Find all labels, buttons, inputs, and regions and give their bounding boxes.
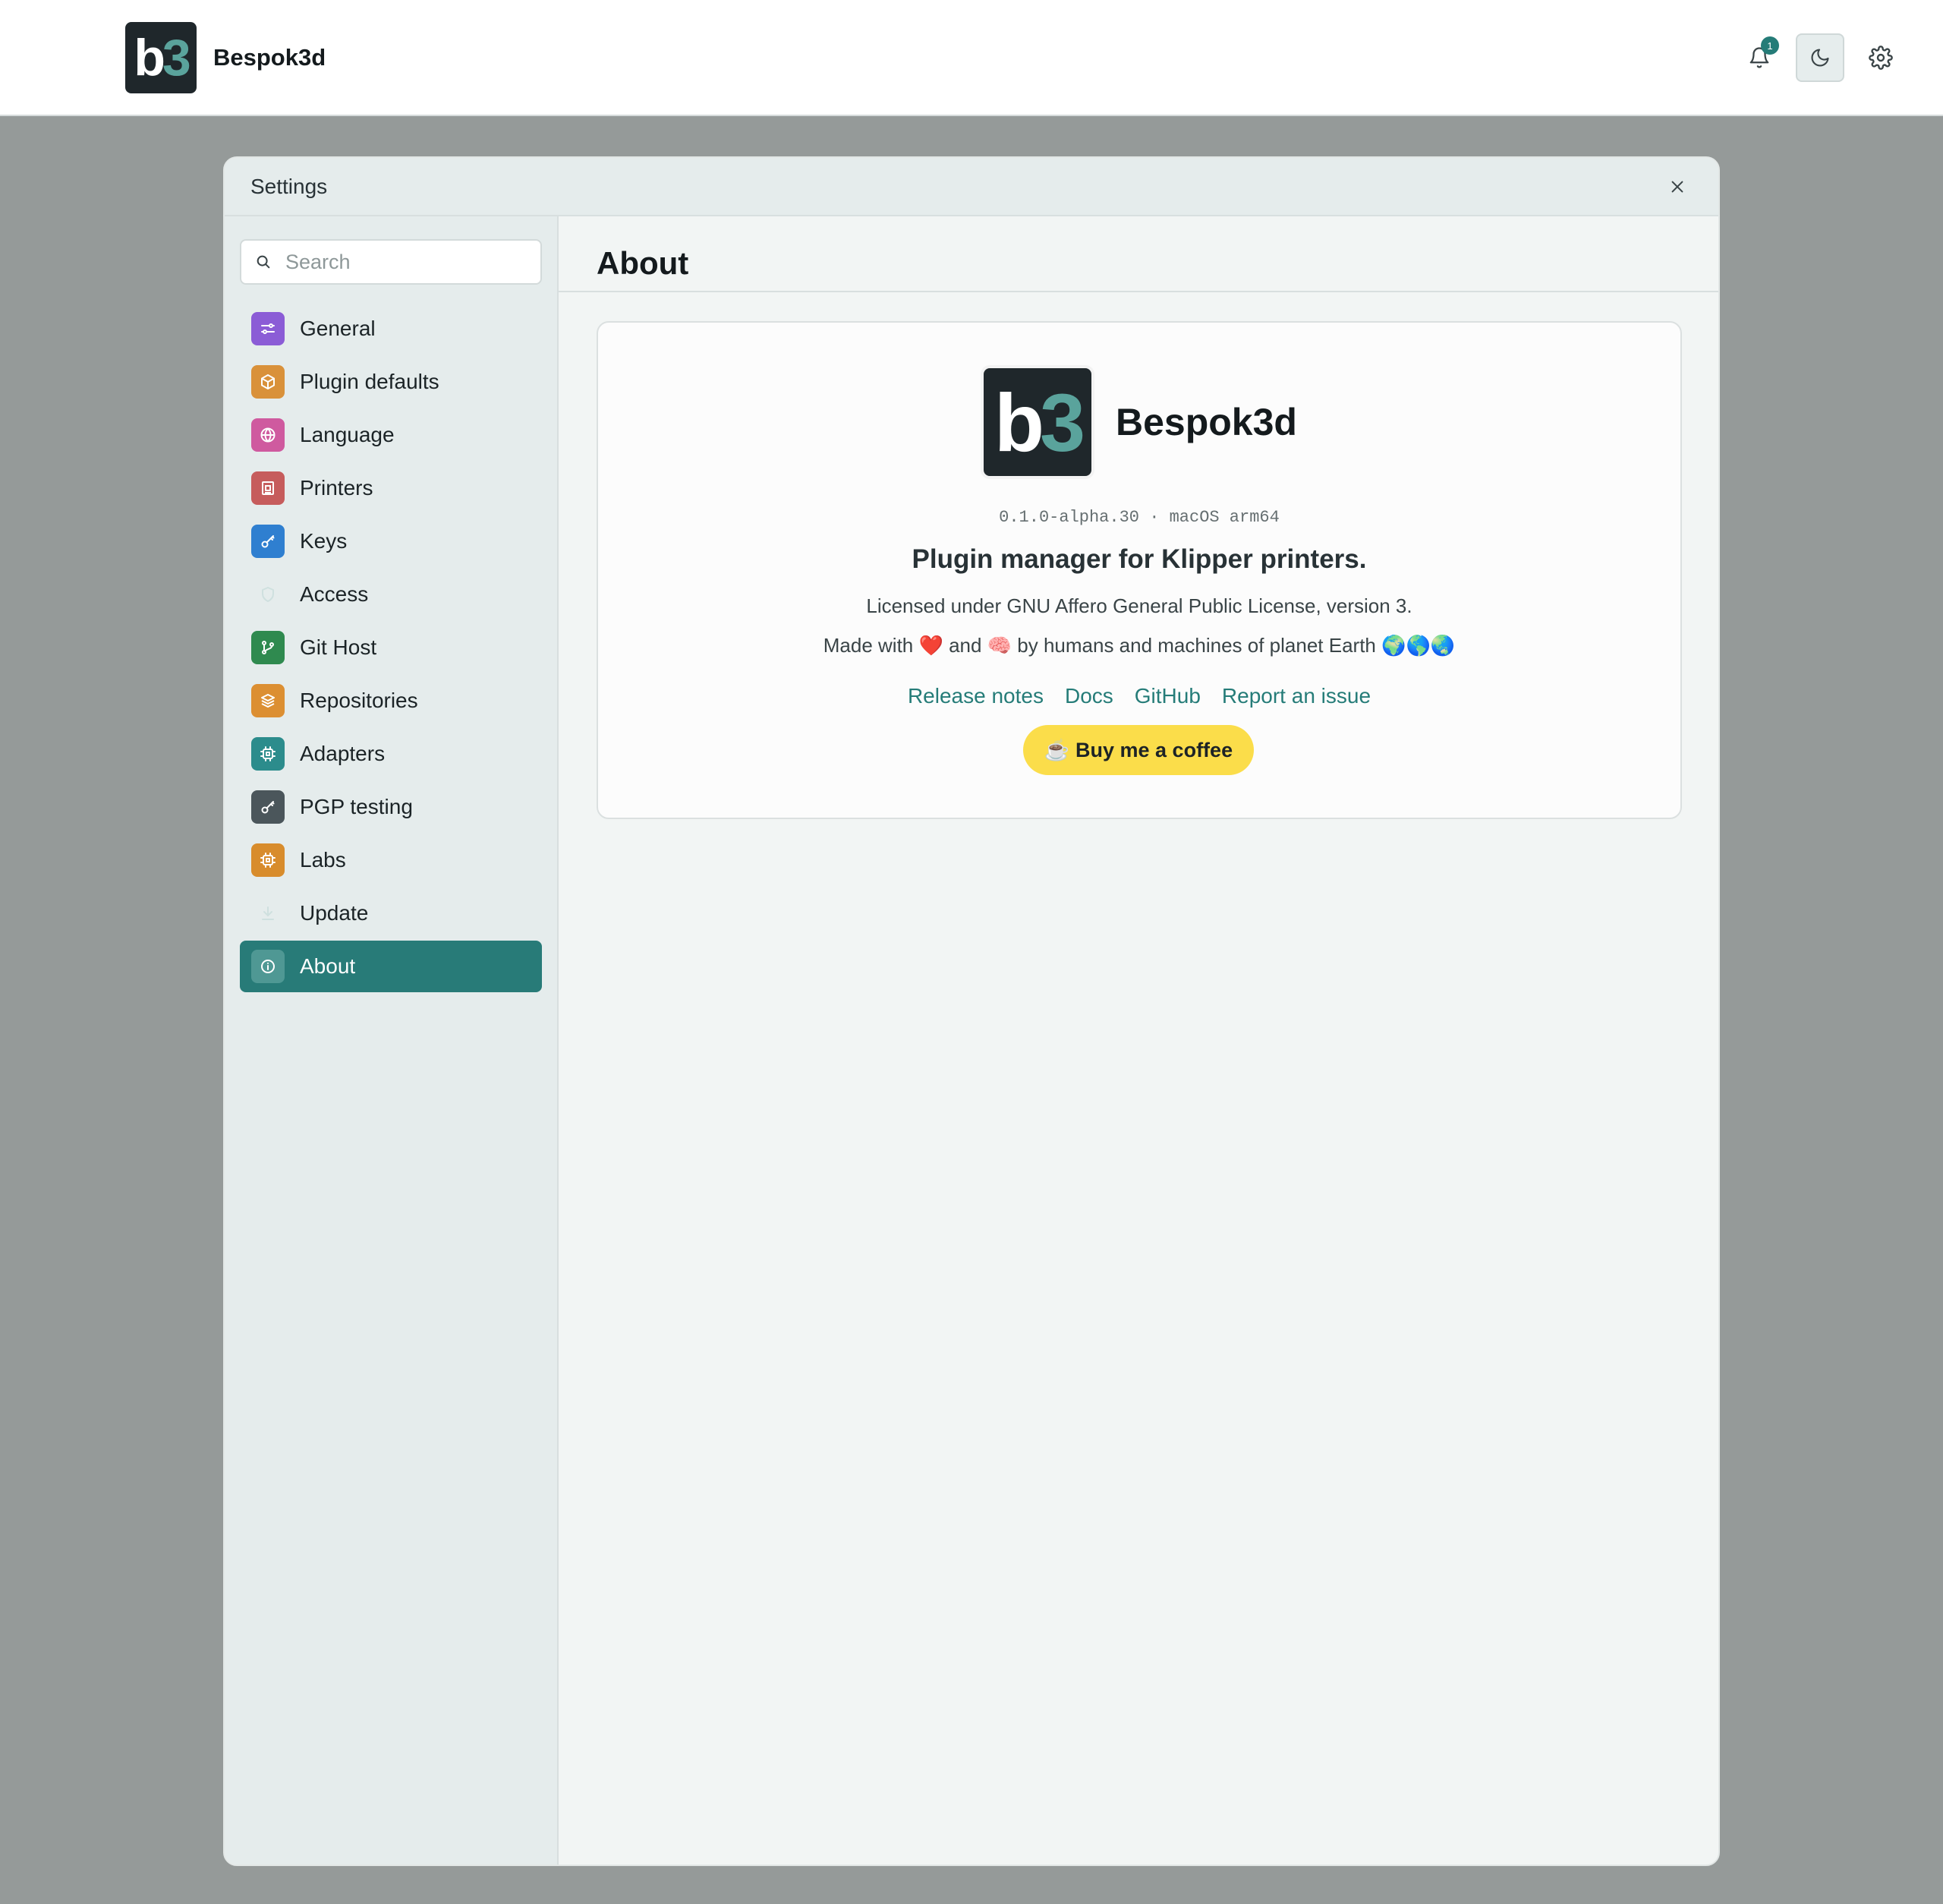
app-logo: b3 [125,22,197,93]
settings-sidebar: General Plugin defaults Language Printer… [225,216,559,1865]
sidebar-item-label: Plugin defaults [300,370,439,393]
page-title: About [597,245,689,281]
buy-me-a-coffee-button[interactable]: ☕ Buy me a coffee [1023,725,1254,775]
sidebar-item-language[interactable]: Language [240,409,542,461]
settings-button[interactable] [1856,33,1905,82]
sidebar-item-repositories[interactable]: Repositories [240,675,542,727]
logo-number-3: 3 [162,29,191,87]
modal-title: Settings [250,174,328,198]
about-panel: About b3 Bespok3d 0.1.0-alpha.30 · macOS… [559,216,1718,1865]
notifications-button[interactable]: 1 [1735,33,1784,82]
logo-letter-b: b [994,376,1044,468]
sidebar-item-update[interactable]: Update [240,887,542,939]
key-icon [251,790,285,824]
app-title: Bespok3d [1116,401,1297,443]
docs-link[interactable]: Docs [1065,684,1113,708]
sidebar-item-label: Repositories [300,689,418,712]
key-icon [251,525,285,558]
info-icon [251,950,285,983]
app-logo-large: b3 [981,365,1094,479]
sidebar-item-label: Access [300,582,369,606]
chip-icon [251,737,285,771]
made-with-text: Made with ❤️ and 🧠 by humans and machine… [823,634,1456,657]
sidebar-item-access[interactable]: Access [240,569,542,620]
sidebar-item-plugin-defaults[interactable]: Plugin defaults [240,356,542,408]
moon-icon [1811,49,1829,67]
printer-icon [251,471,285,505]
sidebar-item-about[interactable]: About [240,941,542,992]
sidebar-item-label: Printers [300,476,373,500]
version-info: 0.1.0-alpha.30 · macOS arm64 [999,508,1280,527]
sidebar-item-pgp-testing[interactable]: PGP testing [240,781,542,833]
sidebar-item-git-host[interactable]: Git Host [240,622,542,673]
modal-header: Settings [225,158,1718,216]
sidebar-item-label: Adapters [300,742,386,765]
brand[interactable]: b3 Bespok3d [125,22,326,93]
box-icon [251,365,285,399]
sidebar-item-label: Labs [300,848,346,872]
search-input[interactable] [285,250,528,274]
about-links: Release notes Docs GitHub Report an issu… [598,684,1680,708]
search-box[interactable] [240,239,542,285]
app-tagline: Plugin manager for Klipper printers. [912,544,1367,574]
search-icon [257,255,270,269]
sidebar-item-label: PGP testing [300,795,413,818]
settings-nav: General Plugin defaults Language Printer… [240,303,542,992]
sidebar-item-labs[interactable]: Labs [240,834,542,886]
logo-letter-b: b [134,29,165,87]
about-card: b3 Bespok3d 0.1.0-alpha.30 · macOS arm64… [597,321,1682,819]
close-button[interactable] [1662,172,1693,202]
gear-icon [1869,46,1893,70]
shield-icon [251,578,285,611]
sidebar-item-label: Keys [300,529,348,553]
panel-header: About [559,216,1718,292]
github-link[interactable]: GitHub [1135,684,1201,708]
sidebar-item-general[interactable]: General [240,303,542,355]
globe-icon [251,418,285,452]
app-hero: b3 Bespok3d [981,365,1297,479]
download-icon [251,897,285,930]
sidebar-item-label: Update [300,901,369,925]
report-issue-link[interactable]: Report an issue [1222,684,1371,708]
sidebar-item-label: About [300,954,356,978]
app-name: Bespok3d [213,44,326,71]
top-actions: 1 [1735,33,1905,82]
notification-badge: 1 [1761,36,1779,55]
layers-icon [251,684,285,717]
sidebar-item-printers[interactable]: Printers [240,462,542,514]
sidebar-item-label: Git Host [300,635,377,659]
sliders-icon [251,312,285,345]
git-branch-icon [251,631,285,664]
sidebar-item-adapters[interactable]: Adapters [240,728,542,780]
license-text: Licensed under GNU Affero General Public… [866,594,1412,617]
settings-modal: Settings General Pl [223,156,1720,1866]
sidebar-item-label: General [300,317,376,340]
chip-icon [251,843,285,877]
sidebar-item-label: Language [300,423,395,446]
logo-number-3: 3 [1039,376,1085,468]
close-icon [1671,181,1683,192]
theme-toggle-button[interactable] [1796,33,1844,82]
sidebar-item-keys[interactable]: Keys [240,515,542,567]
release-notes-link[interactable]: Release notes [908,684,1044,708]
top-bar: b3 Bespok3d 1 [0,0,1943,116]
